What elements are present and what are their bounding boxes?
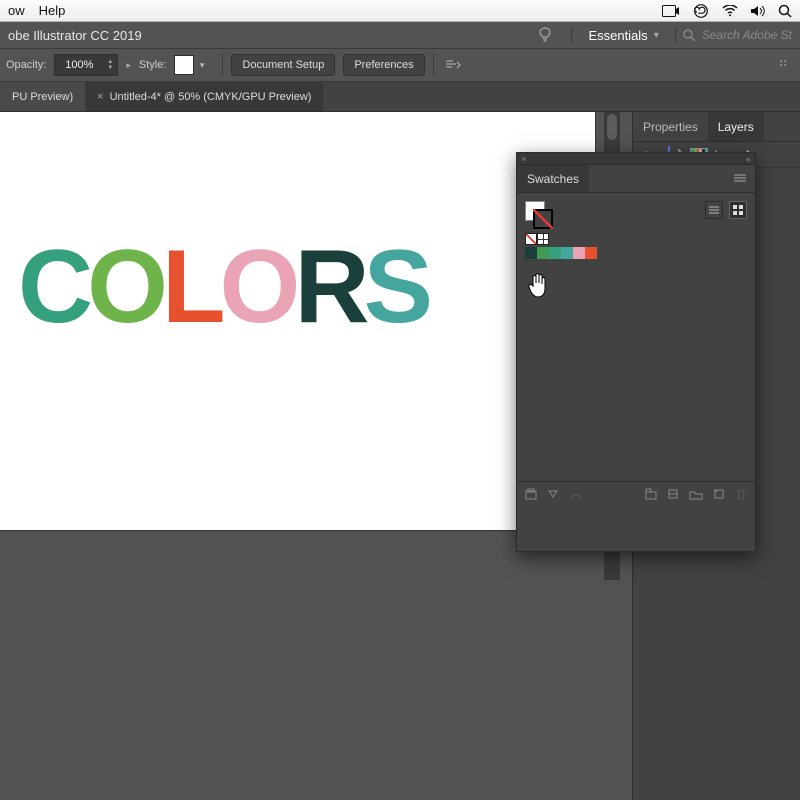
fill-stroke-indicator[interactable]	[525, 201, 553, 229]
creative-cloud-icon[interactable]	[692, 4, 710, 18]
tab-label: PU Preview)	[12, 91, 73, 103]
divider	[222, 54, 223, 76]
graphic-style-swatch[interactable]	[174, 55, 194, 75]
artwork-letter[interactable]: L	[162, 228, 220, 347]
swatch-libraries-icon[interactable]	[525, 488, 537, 503]
document-tab-active[interactable]: × Untitled-4* @ 50% (CMYK/GPU Preview)	[85, 82, 323, 111]
artboard[interactable]: COLORS	[0, 112, 595, 530]
tab-layers[interactable]: Layers	[708, 112, 764, 141]
color-swatch[interactable]	[585, 247, 597, 259]
artwork-letter[interactable]: C	[18, 228, 87, 347]
divider	[433, 54, 434, 76]
workspace-switcher[interactable]: Essentials	[578, 24, 668, 47]
preferences-button[interactable]: Preferences	[343, 54, 424, 76]
document-setup-button[interactable]: Document Setup	[231, 54, 335, 76]
search-placeholder: Search Adobe St	[702, 28, 792, 42]
artwork-letter[interactable]: S	[364, 228, 427, 347]
tab-properties[interactable]: Properties	[633, 112, 708, 141]
artwork-text[interactable]: COLORS	[18, 228, 427, 347]
panel-menu-icon[interactable]	[725, 172, 755, 186]
menu-window[interactable]: ow	[8, 3, 25, 18]
screen-record-icon[interactable]	[662, 5, 680, 17]
color-swatch[interactable]	[537, 247, 549, 259]
registration-swatch[interactable]	[537, 233, 549, 245]
mac-menubar: ow Help	[0, 0, 800, 22]
divider	[571, 27, 572, 43]
swatches-panel[interactable]: × « Swatches	[516, 152, 756, 552]
swatch-row	[525, 247, 747, 259]
panel-collapse-icon[interactable]: «	[746, 154, 751, 164]
delete-swatch-icon[interactable]	[735, 488, 747, 503]
swatch-options-icon[interactable]	[569, 489, 583, 503]
volume-icon[interactable]	[750, 5, 766, 17]
new-swatch-icon[interactable]	[713, 488, 725, 503]
tab-label: Untitled-4* @ 50% (CMYK/GPU Preview)	[110, 91, 312, 103]
swatches-panel-footer	[517, 481, 755, 509]
swatch-options2-icon[interactable]	[667, 488, 679, 503]
artwork-letter[interactable]: R	[294, 228, 363, 347]
artwork-letter[interactable]: O	[220, 228, 295, 347]
color-swatch[interactable]	[573, 247, 585, 259]
search-field[interactable]: Search Adobe St	[682, 28, 792, 42]
spotlight-icon[interactable]	[778, 4, 792, 18]
color-swatch[interactable]	[561, 247, 573, 259]
app-titlebar: obe Illustrator CC 2019 Essentials Searc…	[0, 22, 800, 48]
color-swatch[interactable]	[525, 247, 537, 259]
stroke-swatch[interactable]	[533, 209, 553, 229]
document-tabbar: PU Preview) × Untitled-4* @ 50% (CMYK/GP…	[0, 82, 800, 112]
menu-help[interactable]: Help	[39, 3, 66, 18]
tab-close-icon[interactable]: ×	[97, 91, 103, 103]
new-color-group-icon[interactable]	[645, 488, 657, 503]
style-label: Style:	[139, 59, 167, 71]
wifi-icon[interactable]	[722, 5, 738, 17]
opacity-label: Opacity:	[6, 59, 46, 71]
none-swatch[interactable]	[525, 233, 537, 245]
align-menu-icon[interactable]	[442, 54, 464, 76]
opacity-value: 100%	[55, 59, 103, 71]
swatches-tab[interactable]: Swatches	[517, 165, 589, 192]
options-bar: Opacity: 100% ▲▼ ▸ Style: Document Setup…	[0, 48, 800, 82]
artwork-letter[interactable]: O	[87, 228, 162, 347]
folder-icon[interactable]	[689, 489, 703, 503]
panel-grip[interactable]: × «	[517, 153, 755, 165]
color-swatch[interactable]	[549, 247, 561, 259]
swatch-kind-menu-icon[interactable]	[547, 488, 559, 503]
document-tab[interactable]: PU Preview)	[0, 82, 85, 111]
panel-close-icon[interactable]: ×	[521, 154, 526, 164]
app-title: obe Illustrator CC 2019	[8, 28, 142, 43]
learn-icon[interactable]	[537, 27, 553, 43]
panel-options-icon[interactable]	[776, 56, 794, 74]
opacity-field[interactable]: 100% ▲▼	[54, 54, 118, 76]
grid-view-icon[interactable]	[729, 201, 747, 219]
divider	[675, 27, 676, 43]
list-view-icon[interactable]	[705, 201, 723, 219]
